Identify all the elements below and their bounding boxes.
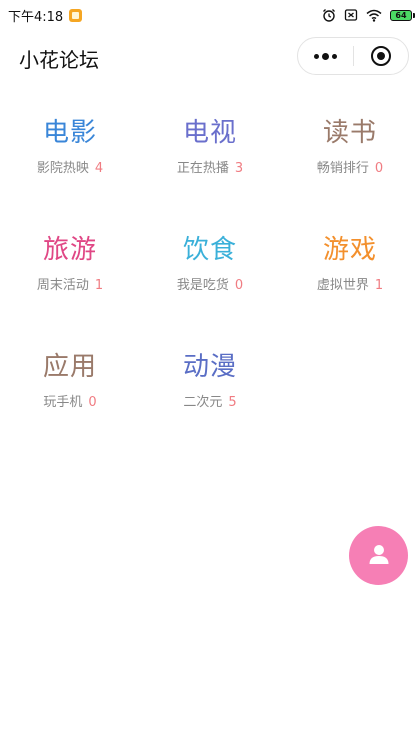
category-subtitle: 畅销排行 — [316, 161, 369, 176]
category-title: 读书 — [322, 118, 377, 148]
category-subtitle: 影院热映 — [36, 161, 89, 176]
wifi-icon — [366, 9, 382, 22]
category-item-tv[interactable]: 电视 正在热播 3 — [140, 84, 280, 194]
battery-icon: 64 — [390, 9, 415, 21]
more-dots-icon — [313, 52, 337, 60]
category-title: 电影 — [42, 118, 97, 148]
category-subtitle: 二次元 — [183, 395, 223, 410]
category-count: 3 — [234, 161, 244, 176]
category-count: 1 — [374, 278, 384, 293]
category-subtitle-row: 周末活动 1 — [0, 274, 140, 293]
alarm-icon — [322, 8, 336, 22]
category-subtitle: 玩手机 — [43, 395, 83, 410]
category-count: 1 — [94, 278, 104, 293]
category-count: 0 — [88, 395, 97, 410]
category-title: 动漫 — [182, 352, 237, 382]
category-subtitle-row: 我是吃货 0 — [140, 274, 280, 293]
category-item-anime[interactable]: 动漫 二次元 5 — [140, 318, 280, 428]
category-item-apps[interactable]: 应用 玩手机 0 — [0, 318, 140, 428]
category-subtitle: 我是吃货 — [176, 278, 229, 293]
category-item-books[interactable]: 读书 畅销排行 0 — [280, 84, 420, 194]
status-time: 下午4:18 — [8, 9, 64, 25]
sim-off-icon — [344, 8, 358, 22]
mini-program-capsule — [297, 37, 409, 75]
category-count: 0 — [234, 278, 244, 293]
category-title: 游戏 — [322, 235, 377, 265]
category-count: 0 — [374, 161, 384, 176]
status-bar: 下午4:18 64 — [0, 0, 420, 30]
category-item-travel[interactable]: 旅游 周末活动 1 — [0, 201, 140, 311]
category-item-food[interactable]: 饮食 我是吃货 0 — [140, 201, 280, 311]
category-subtitle-row: 虚拟世界 1 — [280, 274, 420, 293]
nav-bar: 小花论坛 — [0, 30, 420, 84]
category-title: 电视 — [182, 118, 237, 148]
status-left: 下午4:18 — [0, 6, 83, 25]
user-icon — [367, 542, 391, 570]
category-title: 旅游 — [42, 235, 97, 265]
target-circle-icon — [370, 46, 391, 66]
close-mini-program-button[interactable] — [354, 38, 409, 74]
status-right: 64 — [322, 8, 420, 22]
category-subtitle: 虚拟世界 — [316, 278, 369, 293]
category-count: 4 — [94, 161, 104, 176]
category-subtitle: 周末活动 — [36, 278, 89, 293]
category-title: 应用 — [42, 352, 97, 382]
category-subtitle-row: 影院热映 4 — [0, 157, 140, 176]
category-subtitle-row: 正在热播 3 — [140, 157, 280, 176]
category-item-games[interactable]: 游戏 虚拟世界 1 — [280, 201, 420, 311]
category-subtitle-row: 玩手机 0 — [0, 391, 140, 410]
page-title: 小花论坛 — [19, 48, 99, 72]
category-subtitle: 正在热播 — [176, 161, 229, 176]
battery-level: 64 — [395, 10, 407, 20]
more-button[interactable] — [298, 38, 353, 74]
notification-app-icon — [69, 8, 83, 22]
category-subtitle-row: 畅销排行 0 — [280, 157, 420, 176]
category-subtitle-row: 二次元 5 — [140, 391, 280, 410]
category-count: 5 — [228, 395, 237, 410]
category-title: 饮食 — [182, 235, 237, 265]
profile-fab-button[interactable] — [349, 526, 408, 585]
category-item-movie[interactable]: 电影 影院热映 4 — [0, 84, 140, 194]
